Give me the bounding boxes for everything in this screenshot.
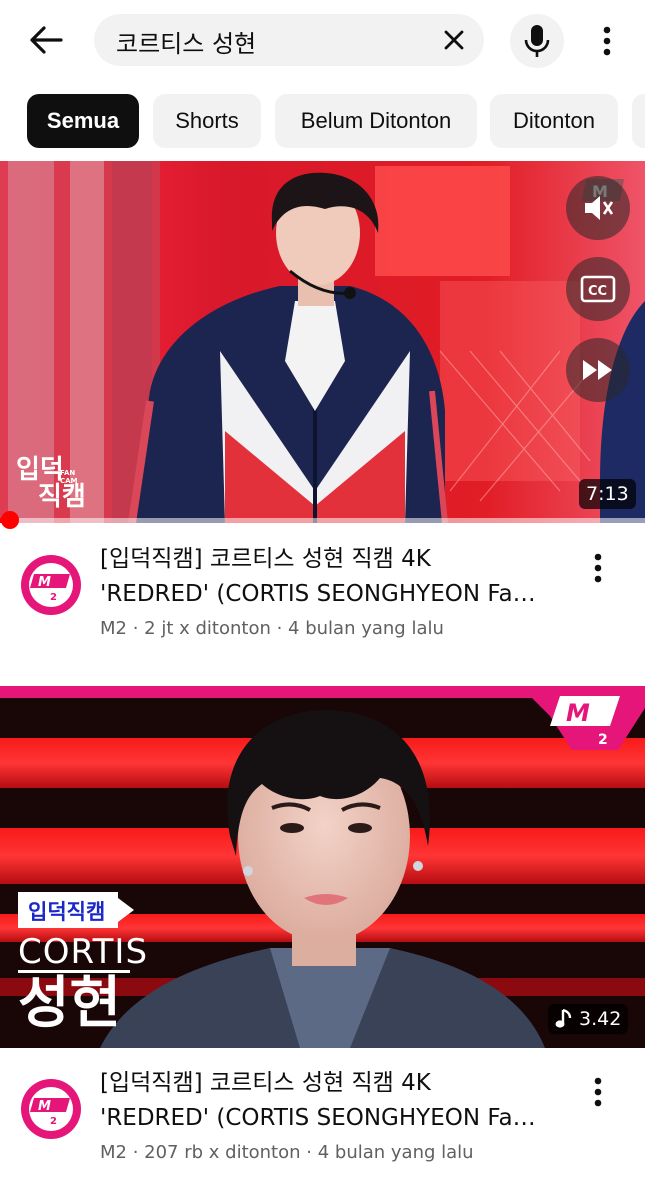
video-title-1[interactable]: [입덕직캠] 코르티스 성현 직캠 4K 'REDRED' (CORTIS SE…: [100, 542, 560, 612]
chip-watched[interactable]: Ditonton: [490, 94, 618, 148]
svg-text:2: 2: [598, 732, 608, 748]
more-vert-icon: [603, 26, 611, 56]
microphone-icon: [524, 25, 550, 57]
fancam-badge-text: 입덕직캠: [28, 900, 106, 924]
video-title-1-line2: 'REDRED' (CORTIS SEONGHYEON Fa…: [100, 581, 536, 607]
back-button[interactable]: [22, 18, 70, 62]
channel-avatar[interactable]: M 2: [20, 554, 82, 616]
video-title-2[interactable]: [입덕직캠] 코르티스 성현 직캠 4K 'REDRED' (CORTIS SE…: [100, 1066, 560, 1136]
member-name-overlay: 성현: [18, 971, 122, 1036]
chip-all[interactable]: Semua: [27, 94, 139, 148]
view-count: 207 rb x ditonton: [144, 1142, 301, 1163]
video-title-2-line1: [입덕직캠] 코르티스 성현 직캠 4K: [100, 1070, 431, 1096]
fancam-logo-line2: 직캠: [38, 482, 86, 512]
video-info-2[interactable]: M 2 [입덕직캠] 코르티스 성현 직캠 4K 'REDRED' (CORTI…: [0, 1066, 645, 1176]
thumbnail-image-1: [0, 161, 645, 523]
video-menu-button-1[interactable]: [580, 546, 616, 590]
chip-unwatched[interactable]: Belum Ditonton: [275, 94, 477, 148]
view-count: 2 jt x ditonton: [144, 618, 271, 639]
more-vert-icon: [594, 553, 602, 583]
channel-avatar[interactable]: M 2: [20, 1078, 82, 1140]
fast-forward-icon: [583, 360, 612, 380]
playback-progress-bar[interactable]: [0, 518, 645, 523]
playback-scrubber[interactable]: [0, 511, 19, 529]
voice-search-button[interactable]: [510, 14, 564, 68]
video-duration-1: 7:13: [579, 479, 636, 509]
skip-forward-button[interactable]: [566, 338, 630, 402]
chip-more[interactable]: [632, 94, 645, 148]
video-title-1-line1: [입덕직캠] 코르티스 성현 직캠 4K: [100, 546, 431, 572]
svg-text:M: M: [38, 1099, 51, 1114]
captions-button[interactable]: CC: [566, 257, 630, 321]
volume-off-icon: [585, 196, 614, 220]
music-note-icon: [555, 1008, 572, 1028]
arrow-left-icon: [30, 26, 63, 54]
top-search-bar: [0, 0, 645, 82]
search-input[interactable]: [114, 14, 438, 68]
video-info-1[interactable]: M 2 [입덕직캠] 코르티스 성현 직캠 4K 'REDRED' (CORTI…: [0, 542, 645, 652]
video-menu-button-2[interactable]: [580, 1070, 616, 1114]
upload-age: 4 bulan yang lalu: [317, 1142, 474, 1163]
video-thumbnail-1[interactable]: 입덕 직캠 FAN CAM M CC 7:13: [0, 161, 645, 523]
fancam-logo-tag: FAN CAM: [60, 469, 78, 485]
channel-name: M2: [100, 1142, 127, 1163]
upload-age: 4 bulan yang lalu: [288, 618, 444, 639]
svg-text:CC: CC: [588, 284, 607, 299]
close-icon: [444, 30, 464, 50]
fancam-logo-line1: 입덕: [16, 455, 64, 485]
video-title-2-line2: 'REDRED' (CORTIS SEONGHYEON Fa…: [100, 1105, 536, 1131]
svg-text:M: M: [566, 699, 590, 727]
video-thumbnail-2[interactable]: M 2 입덕직캠 CORTIS 성현 3.42: [0, 686, 645, 1048]
channel-name: M2: [100, 618, 127, 639]
filter-chips: Semua Shorts Belum Ditonton Ditonton: [0, 94, 645, 148]
video-byline-1: M2 · 2 jt x ditonton · 4 bulan yang lalu: [100, 618, 444, 639]
group-name-overlay: CORTIS: [18, 932, 149, 972]
svg-text:2: 2: [50, 592, 57, 603]
clear-search-button[interactable]: [438, 24, 470, 56]
svg-text:2: 2: [50, 1116, 57, 1127]
closed-caption-icon: CC: [580, 275, 616, 303]
camera-badge-tip: [118, 898, 134, 922]
fancam-badge: 입덕직캠: [18, 892, 118, 928]
svg-text:M: M: [38, 575, 51, 590]
search-box[interactable]: [94, 14, 484, 68]
video-duration-2: 3.42: [548, 1004, 629, 1034]
more-options-button[interactable]: [590, 18, 624, 64]
duration-text-2: 3.42: [579, 1008, 622, 1030]
mute-button[interactable]: [566, 176, 630, 240]
video-byline-2: M2 · 207 rb x ditonton · 4 bulan yang la…: [100, 1142, 474, 1163]
m2-channel-badge: M 2: [520, 686, 645, 750]
more-vert-icon: [594, 1077, 602, 1107]
chip-shorts[interactable]: Shorts: [153, 94, 261, 148]
